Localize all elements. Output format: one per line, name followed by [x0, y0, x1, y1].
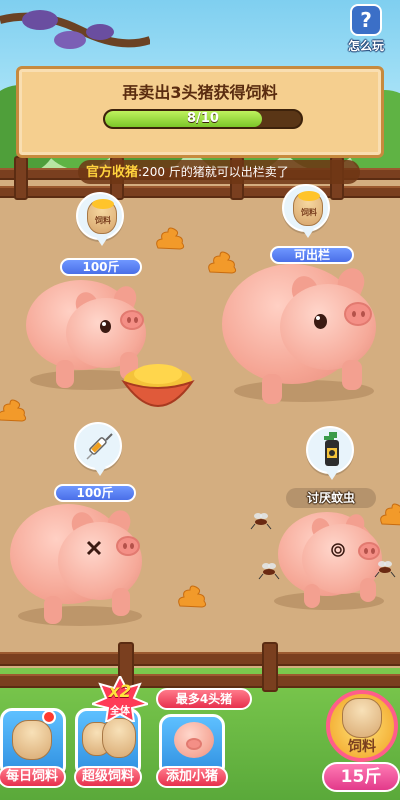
help-label: 怎么玩 [347, 39, 384, 53]
daily-feed-label: 每日饲料 [0, 766, 66, 788]
task-banner: 再卖出3头猪获得饲料 8/10 [16, 66, 384, 158]
add-pig-label: 添加小猪 [156, 766, 228, 788]
sick-eye-icon [86, 540, 102, 556]
add-pig-button[interactable]: 添加小猪 [156, 714, 228, 794]
question-icon: ? [350, 4, 382, 36]
super-feed-label: 超级饲料 [74, 766, 142, 788]
notice-bar: 官方收猪:200 斤的猪就可以出栏卖了 [78, 160, 360, 184]
mosquito-icon[interactable] [374, 560, 396, 578]
pig-3[interactable]: 100斤 [8, 420, 158, 630]
task-progress-text: 8/10 [187, 111, 219, 126]
feed-sack-icon [342, 698, 382, 738]
dizzy-eye-icon [331, 543, 345, 557]
feed-bowl[interactable] [120, 360, 196, 422]
syringe-icon [86, 433, 113, 460]
front-fence [0, 636, 400, 692]
feed-bubble[interactable]: 饲料 [282, 184, 330, 238]
daily-feed-button[interactable]: 每日饲料 [0, 708, 66, 794]
notice-text: :200 斤的猪就可以出栏卖了 [138, 165, 289, 179]
x2-badge: x2 全体 [92, 676, 148, 722]
poop-icon[interactable] [0, 398, 28, 422]
task-title: 再卖出3头猪获得饲料 [122, 83, 278, 102]
feed-button[interactable]: 饲料 15斤 [322, 690, 400, 794]
task-progress-bar: 8/10 [103, 109, 303, 129]
feed-label: 饲料 [348, 739, 376, 755]
poop-icon[interactable] [176, 584, 208, 608]
notice-highlight: 官方收猪 [86, 165, 139, 180]
pig-2[interactable]: 饲料 可出栏 [220, 184, 390, 414]
mosquito-icon[interactable] [250, 512, 272, 530]
mosquito-icon[interactable] [258, 562, 280, 580]
x2-badge-sub: 全体 [110, 706, 130, 717]
feed-sack-icon [102, 718, 136, 758]
spray-bubble[interactable] [306, 426, 354, 480]
insect-spray-icon [324, 432, 339, 466]
feed-sack-icon [12, 720, 52, 760]
feed-sack-icon: 饲料 [293, 191, 323, 226]
medicine-bubble[interactable] [74, 422, 122, 476]
feed-sack-icon: 饲料 [87, 199, 117, 234]
help-button[interactable]: ? 怎么玩 [336, 4, 396, 60]
tree-branch [0, 10, 150, 49]
feed-amount: 15斤 [322, 762, 400, 792]
pig-status-tag: 讨厌蚊虫 [286, 488, 376, 508]
notification-dot [42, 710, 56, 724]
pig-weight-tag: 100斤 [60, 258, 142, 276]
pig-status-tag: 可出栏 [270, 246, 354, 264]
pig-4[interactable]: 讨厌蚊虫 [250, 424, 400, 614]
pig-weight-tag: 100斤 [54, 484, 136, 502]
x2-badge-text: x2 [108, 682, 132, 702]
max-pigs-hint: 最多4头猪 [156, 688, 252, 710]
feed-bubble[interactable]: 饲料 [76, 192, 124, 246]
